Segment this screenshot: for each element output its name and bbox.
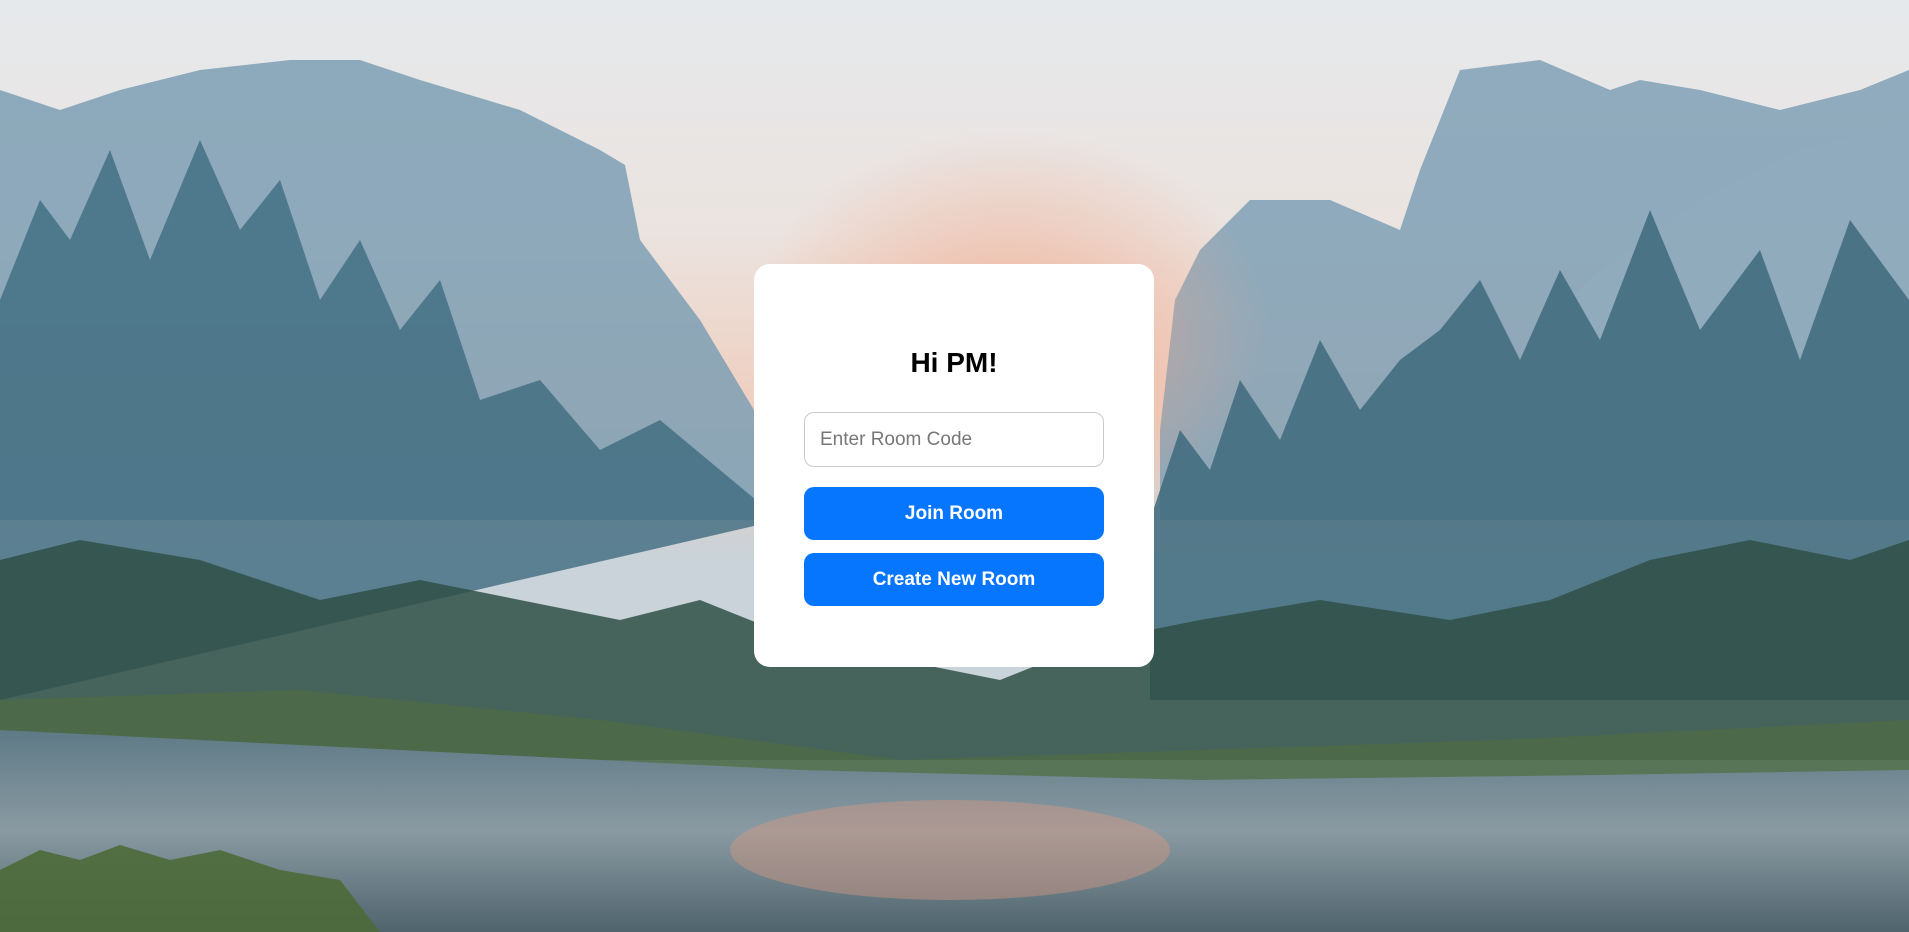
create-new-room-button[interactable]: Create New Room: [804, 553, 1104, 606]
join-room-card: Hi PM! Join Room Create New Room: [754, 264, 1154, 667]
greeting-heading: Hi PM!: [910, 347, 998, 378]
join-room-button[interactable]: Join Room: [804, 487, 1104, 540]
room-code-input[interactable]: [804, 412, 1104, 467]
